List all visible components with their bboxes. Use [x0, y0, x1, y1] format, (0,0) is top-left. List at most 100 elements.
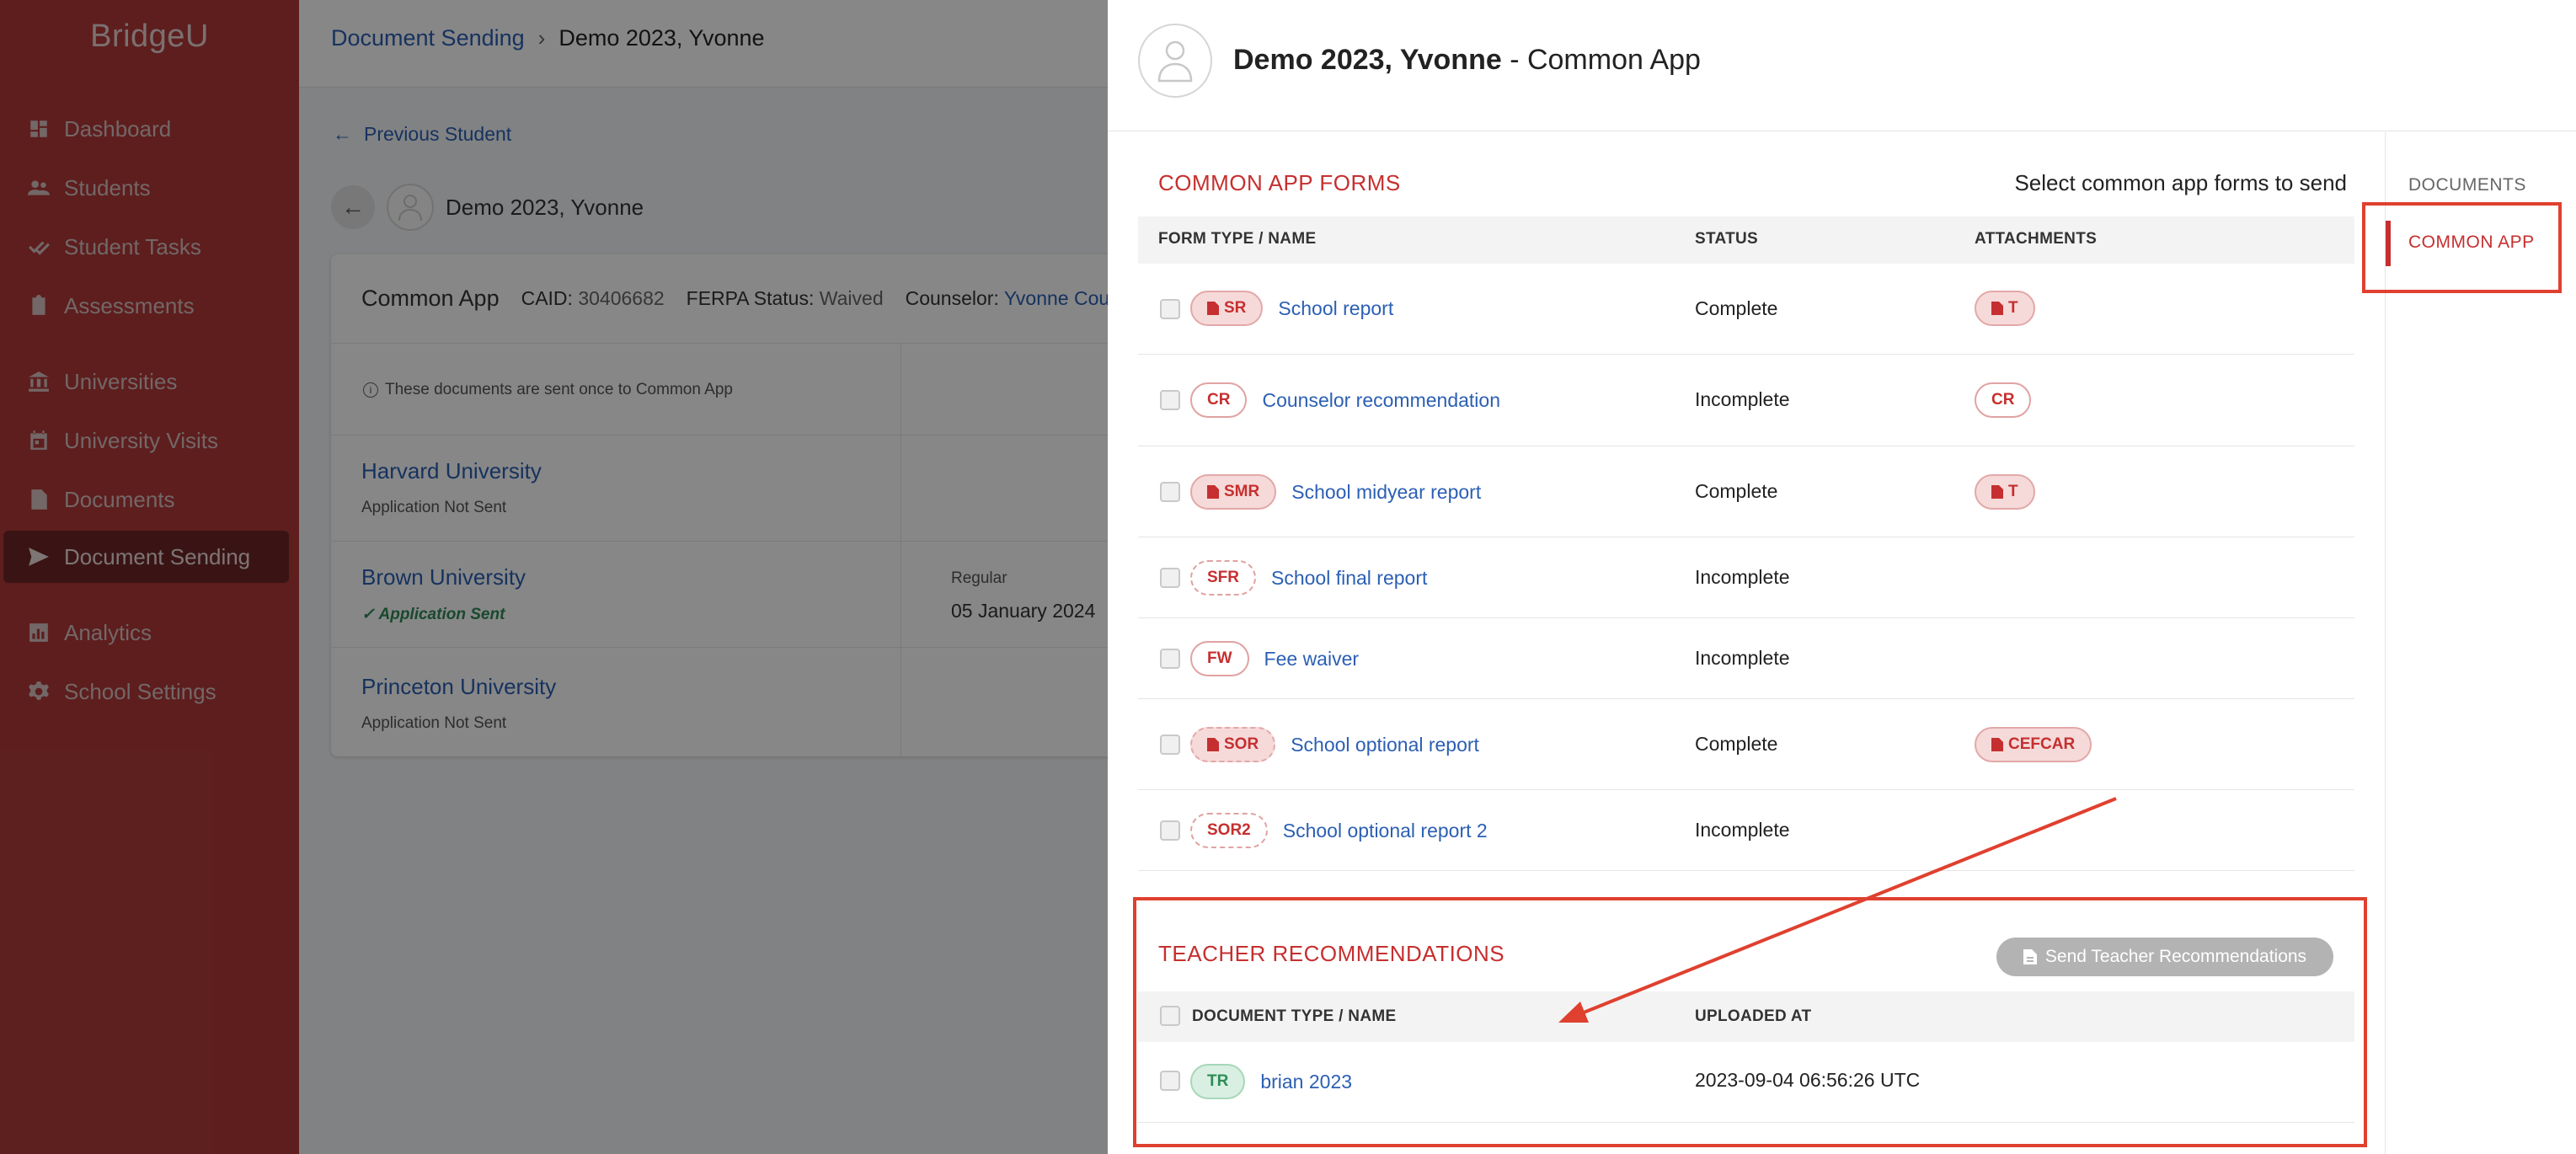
attachment-badge[interactable]: T	[1975, 474, 2035, 510]
column-header-type: FORM TYPE / NAME	[1158, 230, 1317, 248]
form-code-badge: SOR2	[1190, 813, 1268, 848]
attachment-badge[interactable]: CR	[1975, 382, 2032, 418]
teacher-section-title: TEACHER RECOMMENDATIONS	[1158, 941, 1505, 966]
column-header-uploaded: UPLOADED AT	[1695, 1007, 1812, 1025]
column-header-attachments: ATTACHMENTS	[1975, 230, 2098, 248]
drawer-title: Demo 2023, Yvonne - Common App	[1233, 44, 1701, 76]
attachment-badge[interactable]: CEFCAR	[1975, 727, 2092, 762]
modal-overlay[interactable]	[0, 0, 299, 1154]
form-checkbox[interactable]	[1160, 390, 1180, 410]
side-nav-common-app[interactable]: COMMON APP	[2408, 232, 2535, 253]
document-code-badge: TR	[1190, 1064, 1246, 1099]
table-row: SFR School final report Incomplete	[1138, 537, 2354, 618]
caid: CAID: 30406682	[521, 287, 665, 309]
application-status: ✓ Application Sent	[361, 606, 505, 623]
file-icon	[1207, 738, 1219, 751]
form-status: Complete	[1695, 733, 1778, 755]
form-status: Incomplete	[1695, 566, 1790, 588]
top-bar: Document Sending › Demo 2023, Yvonne	[299, 0, 1108, 88]
active-indicator	[2386, 221, 2391, 266]
form-cell: SFR School final report	[1190, 560, 1427, 596]
drawer-side-nav	[2385, 132, 2576, 1154]
student-header: ← Demo 2023, Yvonne	[331, 184, 644, 231]
breadcrumb: Document Sending › Demo 2023, Yvonne	[331, 25, 765, 51]
form-status: Complete	[1695, 297, 1778, 319]
form-name-link[interactable]: School final report	[1271, 567, 1427, 590]
deadline-type: Regular	[951, 569, 1007, 587]
table-row: SR School report Complete T	[1138, 264, 2354, 355]
divider	[331, 647, 1108, 648]
form-cell: SOR2 School optional report 2	[1190, 813, 1488, 848]
forms-section-hint: Select common app forms to send	[2014, 170, 2347, 195]
avatar	[1138, 24, 1212, 98]
info-note-text: These documents are sent once to Common …	[385, 381, 733, 398]
form-code-badge: SMR	[1190, 474, 1277, 510]
form-cell: FW Fee waiver	[1190, 641, 1359, 676]
file-icon	[1991, 738, 2003, 751]
form-checkbox[interactable]	[1160, 482, 1180, 502]
ferpa-status: FERPA Status: Waived	[686, 287, 884, 309]
application-status: Application Not Sent	[361, 499, 507, 516]
attachment-badge[interactable]: T	[1975, 291, 2035, 326]
form-name-link[interactable]: Fee waiver	[1264, 648, 1359, 670]
form-code-badge: CR	[1190, 382, 1248, 418]
file-icon	[1207, 302, 1219, 315]
column-header-document: DOCUMENT TYPE / NAME	[1192, 1007, 1397, 1025]
form-checkbox[interactable]	[1160, 735, 1180, 755]
form-code-badge: SOR	[1190, 727, 1276, 762]
form-status: Incomplete	[1695, 388, 1790, 410]
university-link-princeton[interactable]: Princeton University	[361, 674, 556, 700]
deadline-date: 05 January 2024	[951, 600, 1096, 622]
back-button[interactable]: ←	[331, 185, 375, 229]
form-status: Incomplete	[1695, 647, 1790, 669]
form-checkbox[interactable]	[1160, 820, 1180, 841]
form-cell: SOR School optional report	[1190, 727, 1479, 762]
table-row: SOR2 School optional report 2 Incomplete	[1138, 790, 2354, 871]
checkmark-icon: ✓	[361, 606, 375, 623]
student-name: Demo 2023, Yvonne	[446, 194, 644, 220]
chevron-right-icon: ›	[537, 25, 546, 51]
form-cell: CR Counselor recommendation	[1190, 382, 1500, 418]
info-note: i These documents are sent once to Commo…	[363, 381, 733, 399]
select-all-checkbox[interactable]	[1160, 1006, 1180, 1026]
column-header-status: STATUS	[1695, 230, 1758, 248]
table-row: TR brian 2023 2023-09-04 06:56:26 UTC	[1138, 1042, 2354, 1123]
breadcrumb-root-link[interactable]: Document Sending	[331, 25, 525, 51]
form-code-badge: SFR	[1190, 560, 1256, 596]
document-name-link[interactable]: brian 2023	[1260, 1071, 1352, 1093]
side-nav-documents[interactable]: DOCUMENTS	[2408, 175, 2526, 195]
form-name-link[interactable]: School optional report 2	[1283, 820, 1488, 842]
uploaded-at: 2023-09-04 06:56:26 UTC	[1695, 1069, 1921, 1091]
counselor: Counselor: Yvonne Counse	[906, 287, 1108, 310]
previous-student-link[interactable]: ← Previous Student	[333, 123, 511, 146]
card-header: Common App CAID: 30406682 FERPA Status: …	[331, 254, 1108, 344]
form-cell: SMR School midyear report	[1190, 474, 1481, 510]
file-send-icon	[2023, 949, 2037, 964]
common-app-drawer: Demo 2023, Yvonne - Common App DOCUMENTS…	[1108, 0, 2576, 1154]
common-app-card: Common App CAID: 30406682 FERPA Status: …	[331, 254, 1108, 756]
sidebar: BridgeU Dashboard Students Student Tasks…	[0, 0, 299, 1154]
divider	[331, 541, 1108, 542]
form-status: Incomplete	[1695, 819, 1790, 841]
form-checkbox[interactable]	[1160, 568, 1180, 588]
arrow-left-icon: ←	[333, 123, 352, 145]
forms-section-title: COMMON APP FORMS	[1158, 170, 1401, 195]
drawer-header: Demo 2023, Yvonne - Common App	[1108, 0, 2576, 131]
info-icon: i	[363, 382, 378, 398]
form-name-link[interactable]: Counselor recommendation	[1262, 389, 1500, 412]
university-link-brown[interactable]: Brown University	[361, 564, 526, 590]
form-cell: SR School report	[1190, 291, 1393, 326]
counselor-link[interactable]: Yvonne Counse	[1004, 287, 1108, 309]
send-teacher-recommendations-button[interactable]: Send Teacher Recommendations	[1996, 938, 2333, 976]
form-name-link[interactable]: School midyear report	[1291, 481, 1481, 504]
form-checkbox[interactable]	[1160, 649, 1180, 669]
forms-table-header: FORM TYPE / NAME STATUS ATTACHMENTS	[1138, 216, 2354, 264]
teacher-rec-checkbox[interactable]	[1160, 1071, 1180, 1091]
form-checkbox[interactable]	[1160, 299, 1180, 319]
form-name-link[interactable]: School optional report	[1291, 734, 1479, 756]
university-link-harvard[interactable]: Harvard University	[361, 458, 542, 484]
card-title: Common App	[361, 286, 500, 311]
file-icon	[1991, 302, 2003, 315]
form-status: Complete	[1695, 480, 1778, 502]
form-name-link[interactable]: School report	[1278, 297, 1393, 320]
